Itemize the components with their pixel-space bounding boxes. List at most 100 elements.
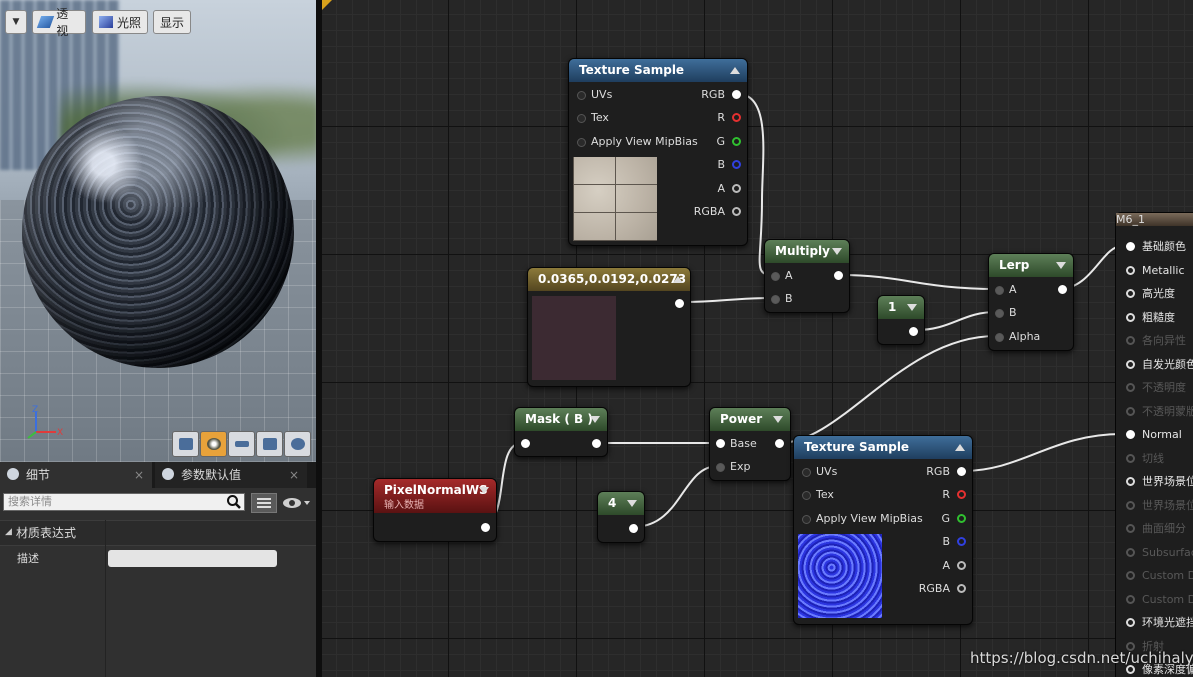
preview-mesh-button[interactable] (284, 431, 311, 457)
pin-uvs[interactable]: UVs (577, 88, 612, 102)
node-material-result[interactable]: M6_1 基础颜色 Metallic 高光度 粗糙度 各向异性 自发光颜色 不透… (1115, 212, 1193, 677)
result-pin[interactable]: 世界场景位 (1126, 499, 1193, 513)
tab-details[interactable]: 细节 × (0, 462, 152, 488)
wire-const1-to-lerp-b (915, 311, 997, 331)
pin-rgb[interactable]: RGB (701, 88, 741, 102)
expand-arrow-icon[interactable] (627, 500, 637, 507)
property-row-description: 描述 (0, 545, 316, 573)
expand-arrow-icon[interactable] (479, 487, 489, 494)
pin-base[interactable]: Base (716, 437, 757, 451)
result-pin[interactable]: 粗糙度 (1126, 311, 1175, 325)
expand-arrow-icon[interactable] (907, 304, 917, 311)
result-pin[interactable]: Subsurfac (1126, 546, 1193, 560)
node-power[interactable]: Power Base Exp (709, 407, 791, 481)
property-matrix-button[interactable] (251, 493, 277, 513)
preview-cylinder-button[interactable] (172, 431, 199, 457)
result-pin[interactable]: 基础颜色 (1126, 240, 1186, 254)
pin-b[interactable]: B (717, 158, 741, 172)
result-pin[interactable]: 自发光颜色 (1126, 358, 1193, 372)
node-texture-sample-2[interactable]: Texture Sample UVs Tex Apply View MipBia… (793, 435, 973, 625)
collapse-arrow-icon[interactable] (955, 444, 965, 451)
result-pin[interactable]: 切线 (1126, 452, 1164, 466)
pin-a[interactable]: A (995, 283, 1017, 297)
node-lerp[interactable]: Lerp A B Alpha (988, 253, 1074, 351)
show-label: 显示 (160, 15, 185, 30)
details-search-row: 搜索详情 (0, 488, 316, 516)
pin-exp[interactable]: Exp (716, 460, 750, 474)
magnifier-icon[interactable] (226, 494, 242, 510)
material-graph-canvas[interactable]: Texture Sample UVs Tex Apply View MipBia… (322, 0, 1193, 677)
axis-gizmo-icon: Z X (27, 405, 63, 439)
result-pin[interactable]: Normal (1126, 428, 1182, 442)
node-constant3-vector[interactable]: 0.0365,0.0192,0.0273 (527, 267, 691, 387)
result-pin[interactable]: Custom D (1126, 593, 1193, 607)
node-title: PixelNormalWS (384, 483, 488, 497)
pin-rgba[interactable]: RGBA (694, 205, 741, 219)
pin-b[interactable]: B (771, 292, 793, 306)
pin-rgb[interactable]: RGB (926, 465, 966, 479)
pin-r[interactable]: R (717, 111, 741, 125)
search-icon (162, 468, 174, 480)
node-title: 1 (878, 296, 924, 319)
tab-parameter-defaults[interactable]: 参数默认值 × (155, 462, 307, 488)
pin-r[interactable]: R (942, 488, 966, 502)
pin-tex[interactable]: Tex (802, 488, 834, 502)
pin-b[interactable]: B (995, 306, 1017, 320)
result-pin[interactable]: 曲面细分 (1126, 522, 1186, 536)
close-icon[interactable]: × (134, 462, 144, 488)
lit-cube-icon (99, 16, 113, 28)
pin-alpha[interactable]: Alpha (995, 330, 1040, 344)
collapse-arrow-icon[interactable] (730, 67, 740, 74)
tab-details-label: 细节 (26, 468, 51, 482)
close-icon[interactable]: × (289, 462, 299, 488)
result-pin[interactable]: 世界场景位 (1126, 475, 1193, 489)
pin-uvs[interactable]: UVs (802, 465, 837, 479)
view-options-eye-icon[interactable] (281, 496, 313, 510)
pin-a[interactable]: A (942, 559, 966, 573)
node-constant-4[interactable]: 4 (597, 491, 645, 543)
description-field[interactable] (108, 550, 277, 567)
pin-tex[interactable]: Tex (577, 111, 609, 125)
preview-sphere-button[interactable] (200, 431, 227, 457)
pin-g[interactable]: G (941, 512, 966, 526)
collapse-arrow-icon[interactable] (673, 276, 683, 283)
property-column-divider[interactable] (105, 520, 106, 677)
node-header: PixelNormalWS 输入数据 (374, 479, 496, 513)
pin-a[interactable]: A (771, 269, 793, 283)
result-pin[interactable]: 各向异性 (1126, 334, 1186, 348)
pin-apply-view-mipbias[interactable]: Apply View MipBias (577, 135, 698, 149)
expand-arrow-icon[interactable] (832, 248, 842, 255)
result-pin[interactable]: 高光度 (1126, 287, 1175, 301)
category-material-expression[interactable]: ◢ 材质表达式 (0, 520, 316, 546)
result-pin[interactable]: Metallic (1126, 264, 1185, 278)
show-button[interactable]: 显示 (153, 10, 191, 34)
node-texture-sample-1[interactable]: Texture Sample UVs Tex Apply View MipBia… (568, 58, 748, 246)
details-search-input[interactable]: 搜索详情 (3, 493, 245, 511)
preview-cube-button[interactable] (256, 431, 283, 457)
result-pin[interactable]: 不透明度 (1126, 381, 1186, 395)
x-axis-label: X (57, 428, 63, 438)
preview-plane-button[interactable] (228, 431, 255, 457)
node-constant-1[interactable]: 1 (877, 295, 925, 345)
pin-rgba[interactable]: RGBA (919, 582, 966, 596)
pin-g[interactable]: G (716, 135, 741, 149)
viewport-options-button[interactable]: ▼ (5, 10, 27, 34)
pin-a[interactable]: A (717, 182, 741, 196)
expand-arrow-icon[interactable] (773, 416, 783, 423)
result-pin[interactable]: Custom D (1126, 569, 1193, 583)
material-preview-viewport[interactable]: ▼ 透视 光照 显示 Z X (0, 0, 316, 462)
pin-apply-view-mipbias[interactable]: Apply View MipBias (802, 512, 923, 526)
node-pixel-normal-ws[interactable]: PixelNormalWS 输入数据 (373, 478, 497, 542)
node-subtitle: 输入数据 (384, 500, 424, 511)
lighting-button[interactable]: 光照 (92, 10, 148, 34)
watermark-text: https://blog.csdn.net/uchihalyn (970, 649, 1193, 667)
expand-arrow-icon[interactable] (590, 416, 600, 423)
perspective-button[interactable]: 透视 (32, 7, 86, 38)
preview-shape-toolbar (172, 431, 311, 457)
expand-arrow-icon[interactable] (1056, 262, 1066, 269)
pin-b[interactable]: B (942, 535, 966, 549)
node-multiply[interactable]: Multiply A B (764, 239, 850, 313)
result-pin[interactable]: 不透明蒙版 (1126, 405, 1193, 419)
result-pin[interactable]: 环境光遮挡 (1126, 616, 1193, 630)
node-mask-b[interactable]: Mask ( B ) (514, 407, 608, 457)
